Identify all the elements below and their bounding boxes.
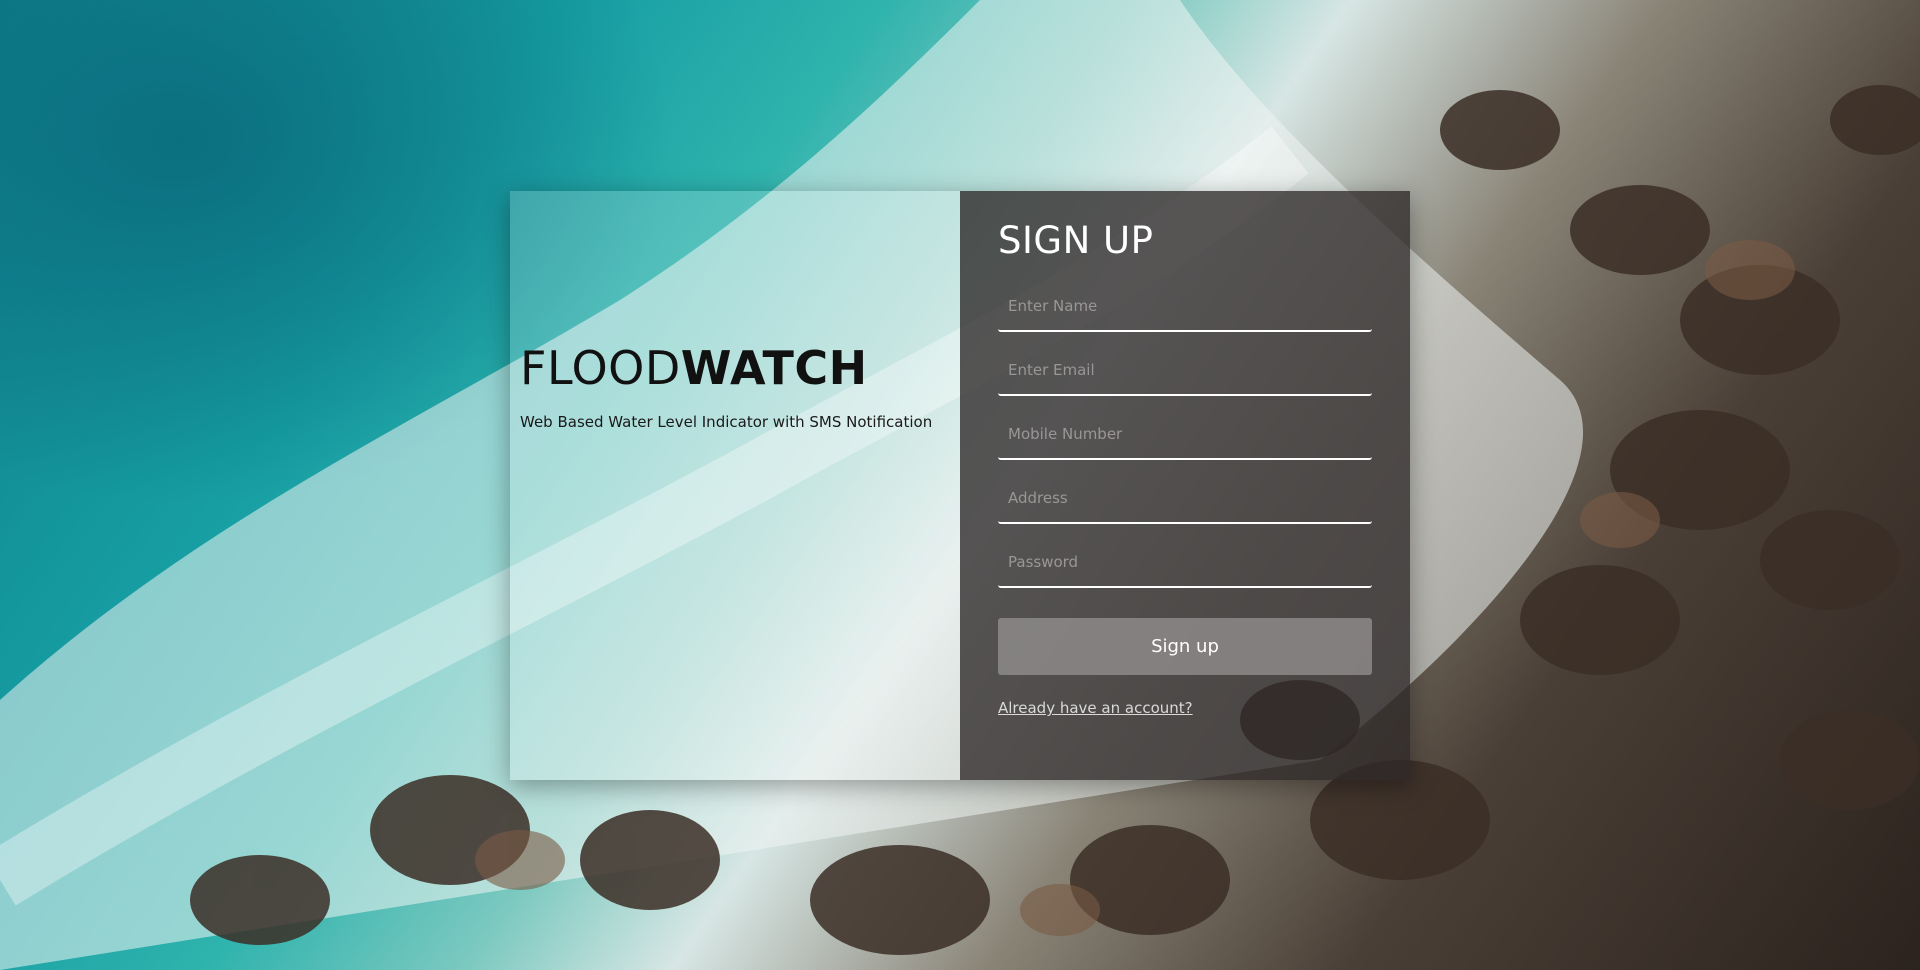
- signup-card: FLOODWATCH Web Based Water Level Indicat…: [510, 191, 1410, 780]
- brand-name-bold: WATCH: [680, 341, 868, 395]
- signup-form: Sign up: [998, 280, 1372, 675]
- email-field[interactable]: [998, 344, 1372, 396]
- password-field[interactable]: [998, 536, 1372, 588]
- brand-logo: FLOODWATCH: [520, 341, 868, 395]
- mobile-number-field[interactable]: [998, 408, 1372, 460]
- signup-form-panel: SIGN UP Sign up Already have an account?: [960, 191, 1410, 780]
- brand-panel: FLOODWATCH Web Based Water Level Indicat…: [510, 191, 960, 780]
- address-field[interactable]: [998, 472, 1372, 524]
- login-link[interactable]: Already have an account?: [998, 699, 1193, 717]
- brand-tagline: Web Based Water Level Indicator with SMS…: [520, 413, 933, 431]
- signup-title: SIGN UP: [998, 219, 1154, 262]
- name-field[interactable]: [998, 280, 1372, 332]
- signup-button[interactable]: Sign up: [998, 618, 1372, 675]
- brand-name-light: FLOOD: [520, 341, 681, 395]
